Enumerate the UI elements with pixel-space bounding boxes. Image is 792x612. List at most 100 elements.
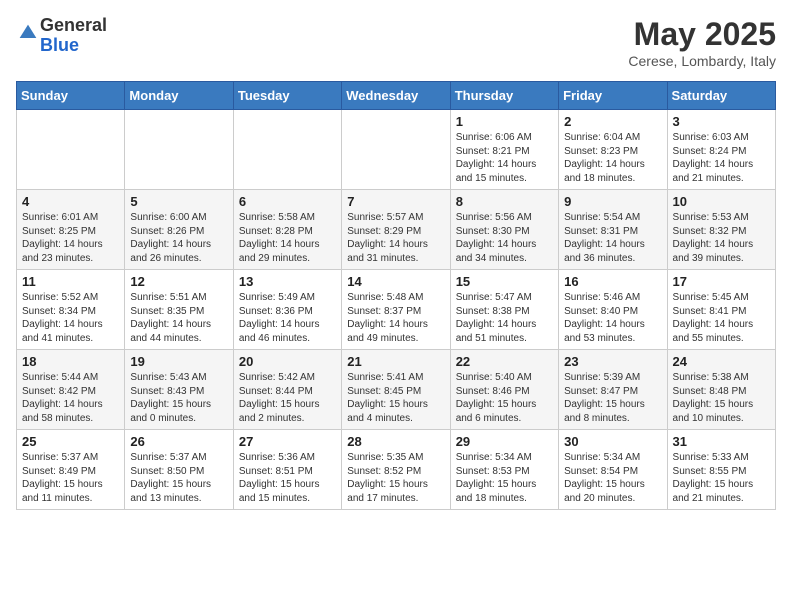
calendar-cell: 9 Sunrise: 5:54 AM Sunset: 8:31 PM Daylig… bbox=[559, 190, 667, 270]
day-info: Sunrise: 5:37 AM Sunset: 8:50 PM Dayligh… bbox=[130, 451, 227, 505]
weekday-header-sunday: Sunday bbox=[17, 82, 125, 110]
day-number: 14 bbox=[347, 274, 444, 289]
day-number: 31 bbox=[673, 434, 770, 449]
calendar-cell: 5Sunrise: 6:00 AM Sunset: 8:26 PM Daylig… bbox=[125, 190, 233, 270]
day-info: Sunrise: 5:36 AM Sunset: 8:51 PM Dayligh… bbox=[239, 451, 336, 505]
day-number: 5 bbox=[130, 194, 227, 209]
day-info: Sunrise: 5:34 AM Sunset: 8:54 PM Dayligh… bbox=[564, 451, 661, 505]
day-number: 28 bbox=[347, 434, 444, 449]
day-info: Sunrise: 5:40 AM Sunset: 8:46 PM Dayligh… bbox=[456, 371, 553, 425]
day-info: Sunrise: 5:56 AM Sunset: 8:30 PM Dayligh… bbox=[456, 211, 553, 265]
day-number: 9 bbox=[564, 194, 661, 209]
weekday-header-saturday: Saturday bbox=[667, 82, 775, 110]
weekday-header-wednesday: Wednesday bbox=[342, 82, 450, 110]
day-info: Sunrise: 5:35 AM Sunset: 8:52 PM Dayligh… bbox=[347, 451, 444, 505]
day-number: 29 bbox=[456, 434, 553, 449]
page-header: General Blue May 2025 Cerese, Lombardy, … bbox=[16, 16, 776, 69]
day-number: 3 bbox=[673, 114, 770, 129]
day-info: Sunrise: 5:43 AM Sunset: 8:43 PM Dayligh… bbox=[130, 371, 227, 425]
day-number: 16 bbox=[564, 274, 661, 289]
day-number: 10 bbox=[673, 194, 770, 209]
day-info: Sunrise: 5:42 AM Sunset: 8:44 PM Dayligh… bbox=[239, 371, 336, 425]
calendar-cell: 13 Sunrise: 5:49 AM Sunset: 8:36 PM Dayli… bbox=[233, 270, 341, 350]
calendar-cell: 2 Sunrise: 6:04 AM Sunset: 8:23 PM Daylig… bbox=[559, 110, 667, 190]
calendar-cell bbox=[342, 110, 450, 190]
calendar-cell: 25 Sunrise: 5:37 AM Sunset: 8:49 PM Dayli… bbox=[17, 430, 125, 510]
day-number: 30 bbox=[564, 434, 661, 449]
day-info: Sunrise: 6:03 AM Sunset: 8:24 PM Dayligh… bbox=[673, 131, 770, 185]
calendar-cell: 29 Sunrise: 5:34 AM Sunset: 8:53 PM Dayli… bbox=[450, 430, 558, 510]
day-number: 2 bbox=[564, 114, 661, 129]
week-row-1: 1 Sunrise: 6:06 AM Sunset: 8:21 PM Daylig… bbox=[17, 110, 776, 190]
day-info: Sunrise: 5:49 AM Sunset: 8:36 PM Dayligh… bbox=[239, 291, 336, 345]
day-number: 1 bbox=[456, 114, 553, 129]
calendar-cell: 7 Sunrise: 5:57 AM Sunset: 8:29 PM Daylig… bbox=[342, 190, 450, 270]
day-info: Sunrise: 5:39 AM Sunset: 8:47 PM Dayligh… bbox=[564, 371, 661, 425]
day-number: 7 bbox=[347, 194, 444, 209]
calendar-cell: 1 Sunrise: 6:06 AM Sunset: 8:21 PM Daylig… bbox=[450, 110, 558, 190]
week-row-4: 18Sunrise: 5:44 AM Sunset: 8:42 PM Dayli… bbox=[17, 350, 776, 430]
title-block: May 2025 Cerese, Lombardy, Italy bbox=[628, 16, 776, 69]
weekday-header-tuesday: Tuesday bbox=[233, 82, 341, 110]
logo-blue: Blue bbox=[40, 35, 79, 55]
calendar-cell bbox=[125, 110, 233, 190]
logo: General Blue bbox=[16, 16, 107, 56]
month-title: May 2025 bbox=[628, 16, 776, 53]
day-number: 25 bbox=[22, 434, 119, 449]
calendar-cell: 23 Sunrise: 5:39 AM Sunset: 8:47 PM Dayli… bbox=[559, 350, 667, 430]
logo-text: General Blue bbox=[40, 16, 107, 56]
day-info: Sunrise: 6:04 AM Sunset: 8:23 PM Dayligh… bbox=[564, 131, 661, 185]
day-number: 8 bbox=[456, 194, 553, 209]
calendar-cell: 20 Sunrise: 5:42 AM Sunset: 8:44 PM Dayli… bbox=[233, 350, 341, 430]
day-info: Sunrise: 5:41 AM Sunset: 8:45 PM Dayligh… bbox=[347, 371, 444, 425]
calendar-cell: 30 Sunrise: 5:34 AM Sunset: 8:54 PM Dayli… bbox=[559, 430, 667, 510]
day-info: Sunrise: 5:53 AM Sunset: 8:32 PM Dayligh… bbox=[673, 211, 770, 265]
calendar-cell: 27Sunrise: 5:36 AM Sunset: 8:51 PM Dayli… bbox=[233, 430, 341, 510]
calendar-cell: 26Sunrise: 5:37 AM Sunset: 8:50 PM Dayli… bbox=[125, 430, 233, 510]
week-row-2: 4Sunrise: 6:01 AM Sunset: 8:25 PM Daylig… bbox=[17, 190, 776, 270]
day-number: 18 bbox=[22, 354, 119, 369]
day-number: 21 bbox=[347, 354, 444, 369]
calendar-cell: 18Sunrise: 5:44 AM Sunset: 8:42 PM Dayli… bbox=[17, 350, 125, 430]
calendar-cell: 3 Sunrise: 6:03 AM Sunset: 8:24 PM Daylig… bbox=[667, 110, 775, 190]
calendar-cell: 16 Sunrise: 5:46 AM Sunset: 8:40 PM Dayli… bbox=[559, 270, 667, 350]
day-info: Sunrise: 6:06 AM Sunset: 8:21 PM Dayligh… bbox=[456, 131, 553, 185]
week-row-3: 11Sunrise: 5:52 AM Sunset: 8:34 PM Dayli… bbox=[17, 270, 776, 350]
calendar-cell bbox=[17, 110, 125, 190]
calendar-cell: 24Sunrise: 5:38 AM Sunset: 8:48 PM Dayli… bbox=[667, 350, 775, 430]
day-info: Sunrise: 5:38 AM Sunset: 8:48 PM Dayligh… bbox=[673, 371, 770, 425]
calendar-cell: 6 Sunrise: 5:58 AM Sunset: 8:28 PM Daylig… bbox=[233, 190, 341, 270]
calendar-cell: 28 Sunrise: 5:35 AM Sunset: 8:52 PM Dayli… bbox=[342, 430, 450, 510]
calendar-cell: 15 Sunrise: 5:47 AM Sunset: 8:38 PM Dayli… bbox=[450, 270, 558, 350]
day-info: Sunrise: 5:46 AM Sunset: 8:40 PM Dayligh… bbox=[564, 291, 661, 345]
day-info: Sunrise: 5:45 AM Sunset: 8:41 PM Dayligh… bbox=[673, 291, 770, 345]
calendar-cell: 10 Sunrise: 5:53 AM Sunset: 8:32 PM Dayli… bbox=[667, 190, 775, 270]
logo-icon bbox=[18, 23, 38, 43]
day-number: 15 bbox=[456, 274, 553, 289]
day-info: Sunrise: 5:37 AM Sunset: 8:49 PM Dayligh… bbox=[22, 451, 119, 505]
weekday-header-friday: Friday bbox=[559, 82, 667, 110]
day-info: Sunrise: 5:52 AM Sunset: 8:34 PM Dayligh… bbox=[22, 291, 119, 345]
day-info: Sunrise: 5:58 AM Sunset: 8:28 PM Dayligh… bbox=[239, 211, 336, 265]
calendar-cell: 8 Sunrise: 5:56 AM Sunset: 8:30 PM Daylig… bbox=[450, 190, 558, 270]
day-number: 23 bbox=[564, 354, 661, 369]
day-number: 20 bbox=[239, 354, 336, 369]
calendar-table: SundayMondayTuesdayWednesdayThursdayFrid… bbox=[16, 81, 776, 510]
day-info: Sunrise: 5:48 AM Sunset: 8:37 PM Dayligh… bbox=[347, 291, 444, 345]
week-row-5: 25 Sunrise: 5:37 AM Sunset: 8:49 PM Dayli… bbox=[17, 430, 776, 510]
weekday-header-monday: Monday bbox=[125, 82, 233, 110]
day-number: 13 bbox=[239, 274, 336, 289]
calendar-cell: 11Sunrise: 5:52 AM Sunset: 8:34 PM Dayli… bbox=[17, 270, 125, 350]
calendar-cell: 21 Sunrise: 5:41 AM Sunset: 8:45 PM Dayli… bbox=[342, 350, 450, 430]
day-number: 17 bbox=[673, 274, 770, 289]
day-info: Sunrise: 5:57 AM Sunset: 8:29 PM Dayligh… bbox=[347, 211, 444, 265]
logo-general: General bbox=[40, 15, 107, 35]
day-info: Sunrise: 5:47 AM Sunset: 8:38 PM Dayligh… bbox=[456, 291, 553, 345]
calendar-cell: 17 Sunrise: 5:45 AM Sunset: 8:41 PM Dayli… bbox=[667, 270, 775, 350]
weekday-header-row: SundayMondayTuesdayWednesdayThursdayFrid… bbox=[17, 82, 776, 110]
day-number: 6 bbox=[239, 194, 336, 209]
calendar-cell: 14 Sunrise: 5:48 AM Sunset: 8:37 PM Dayli… bbox=[342, 270, 450, 350]
day-number: 12 bbox=[130, 274, 227, 289]
day-info: Sunrise: 5:34 AM Sunset: 8:53 PM Dayligh… bbox=[456, 451, 553, 505]
day-info: Sunrise: 5:54 AM Sunset: 8:31 PM Dayligh… bbox=[564, 211, 661, 265]
